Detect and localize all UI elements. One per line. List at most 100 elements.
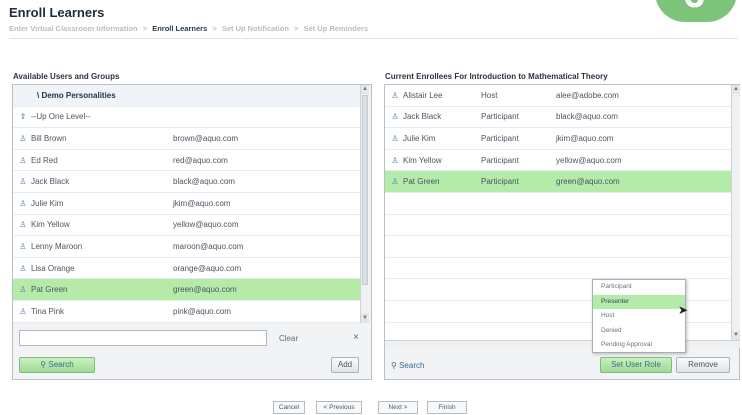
breadcrumb-step-4: Set Up Reminders <box>303 24 369 33</box>
enrollee-row[interactable]: ♙ Jack Black Participant black@aquo.com <box>385 107 731 129</box>
breadcrumb-separator: > <box>142 24 148 33</box>
available-users-scrollbar[interactable]: ▲ ▼ <box>360 85 369 323</box>
user-icon: ♙ <box>19 198 27 208</box>
header-divider <box>9 38 738 39</box>
user-icon: ♙ <box>19 220 27 230</box>
available-user-row[interactable]: ♙ Jack Black black@aquo.com <box>13 171 360 193</box>
enrollee-role: Host <box>481 90 498 100</box>
available-user-row[interactable]: ♙ Kim Yellow yellow@aquo.com <box>13 215 360 237</box>
available-user-row[interactable]: ♙ Julie Kim jkim@aquo.com <box>13 193 360 215</box>
available-user-row[interactable]: ♙ Ed Red red@aquo.com <box>13 150 360 172</box>
group-row[interactable]: \ Demo Personalities <box>13 85 360 107</box>
user-name: Julie Kim <box>31 198 64 208</box>
search-button[interactable]: ⚲ Search <box>19 357 95 373</box>
user-icon: ♙ <box>391 177 399 187</box>
user-email: yellow@aquo.com <box>173 220 239 230</box>
scroll-thumb[interactable] <box>362 95 368 285</box>
search-button-label: Search <box>48 360 74 369</box>
enrollee-email: green@aquo.com <box>556 177 620 187</box>
enrollee-row[interactable]: ♙ Julie Kim Participant jkim@aquo.com <box>385 128 731 150</box>
set-user-role-button[interactable]: Set User Role <box>600 357 672 373</box>
cancel-button[interactable]: Cancel <box>273 401 305 414</box>
enrollee-row[interactable]: ♙ Kim Yellow Participant yellow@aquo.com <box>385 150 731 172</box>
user-email: brown@aquo.com <box>173 133 239 143</box>
user-email: orange@aquo.com <box>173 263 242 273</box>
user-name: Jack Black <box>31 177 70 187</box>
close-icon[interactable]: × <box>353 332 359 343</box>
user-email: green@aquo.com <box>173 285 237 295</box>
clear-link[interactable]: Clear <box>279 334 298 343</box>
finish-button[interactable]: Finish <box>427 401 467 414</box>
remove-button[interactable]: Remove <box>676 357 730 373</box>
available-user-row[interactable]: ♙ Lisa Orange orange@aquo.com <box>13 258 360 280</box>
enrollees-search-label: Search <box>399 361 425 370</box>
role-option-participant[interactable]: Participant <box>593 280 685 295</box>
available-users-list: \ Demo Personalities ⇧ --Up One Level-- … <box>13 85 360 323</box>
user-name: Ed Red <box>31 155 58 165</box>
role-option-pending-approval[interactable]: Pending Approval <box>593 338 685 353</box>
up-level-icon: ⇧ <box>19 112 27 122</box>
previous-button[interactable]: < Previous <box>316 401 362 414</box>
enrollee-email: alee@adobe.com <box>556 90 619 100</box>
available-user-row[interactable]: ♙ Tina Pink pink@aquo.com <box>13 301 360 323</box>
search-icon: ⚲ <box>40 360 47 369</box>
user-role-menu[interactable]: Participant Presenter Host Denied Pendin… <box>592 279 686 353</box>
user-icon: ♙ <box>391 133 399 143</box>
available-user-row[interactable]: ♙ Lenny Maroon maroon@aquo.com <box>13 236 360 258</box>
scroll-up-arrow[interactable]: ▲ <box>361 85 369 94</box>
enrollees-search-link[interactable]: ⚲ Search <box>391 361 424 370</box>
page-title: Enroll Learners <box>9 5 105 20</box>
enrollee-role: Participant <box>481 155 519 165</box>
step-badge: 6 <box>655 0 737 22</box>
enrollee-row[interactable]: ♙ Alistair Lee Host alee@adobe.com <box>385 85 731 107</box>
user-name: Tina Pink <box>31 306 65 316</box>
user-icon: ♙ <box>19 155 27 165</box>
add-button[interactable]: Add <box>331 357 359 373</box>
step-number: 6 <box>683 0 705 17</box>
user-icon: ♙ <box>391 155 399 165</box>
scroll-down-arrow[interactable]: ▼ <box>361 314 369 323</box>
enrollee-row[interactable]: ♙ Pat Green Participant green@aquo.com <box>385 171 731 193</box>
current-enrollees-panel: ♙ Alistair Lee Host alee@adobe.com ♙ Jack Bla… <box>384 84 740 380</box>
user-search-input[interactable] <box>19 330 267 346</box>
role-option-host[interactable]: Host <box>593 309 685 324</box>
breadcrumb: Enter Virtual Classroom Information > En… <box>9 24 368 33</box>
role-option-presenter[interactable]: Presenter <box>593 294 685 309</box>
group-label: \ Demo Personalities <box>37 90 116 100</box>
enrollee-role: Participant <box>481 112 519 122</box>
up-one-level-row[interactable]: ⇧ --Up One Level-- <box>13 107 360 129</box>
available-users-panel: \ Demo Personalities ⇧ --Up One Level-- … <box>12 84 372 380</box>
user-name: Kim Yellow <box>31 220 70 230</box>
user-icon: ♙ <box>391 90 399 100</box>
mouse-cursor-icon: ➤ <box>678 303 689 317</box>
breadcrumb-step-2: Enroll Learners <box>152 24 208 33</box>
enrollees-horizontal-scrollbar[interactable] <box>385 340 740 348</box>
search-icon: ⚲ <box>391 361 397 370</box>
empty-row <box>385 193 731 215</box>
scroll-up-arrow[interactable]: ▲ <box>732 85 740 94</box>
available-user-row[interactable]: ♙ Pat Green green@aquo.com <box>13 279 360 301</box>
user-name: Lenny Maroon <box>31 241 83 251</box>
user-name: Bill Brown <box>31 133 67 143</box>
enrollee-name: Alistair Lee <box>403 90 443 100</box>
user-icon: ♙ <box>19 177 27 187</box>
role-option-denied[interactable]: Denied <box>593 324 685 339</box>
available-users-title: Available Users and Groups <box>13 72 120 81</box>
next-button[interactable]: Next > <box>378 401 418 414</box>
enrollees-scrollbar[interactable]: ▲ ▼ <box>731 85 740 340</box>
enrollee-email: yellow@aquo.com <box>556 155 622 165</box>
user-email: pink@aquo.com <box>173 306 231 316</box>
enrollee-role: Participant <box>481 133 519 143</box>
available-user-row[interactable]: ♙ Bill Brown brown@aquo.com <box>13 128 360 150</box>
enrollee-name: Kim Yellow <box>403 155 442 165</box>
empty-row <box>385 258 731 280</box>
user-icon: ♙ <box>391 112 399 122</box>
scroll-down-arrow[interactable]: ▼ <box>732 331 740 340</box>
enrollee-name: Pat Green <box>403 177 440 187</box>
user-email: black@aquo.com <box>173 177 235 187</box>
current-enrollees-title: Current Enrollees For Introduction to Ma… <box>385 72 608 81</box>
empty-row <box>385 215 731 237</box>
breadcrumb-separator: > <box>212 24 217 33</box>
enrollee-name: Jack Black <box>403 112 442 122</box>
user-name: Lisa Orange <box>31 263 75 273</box>
